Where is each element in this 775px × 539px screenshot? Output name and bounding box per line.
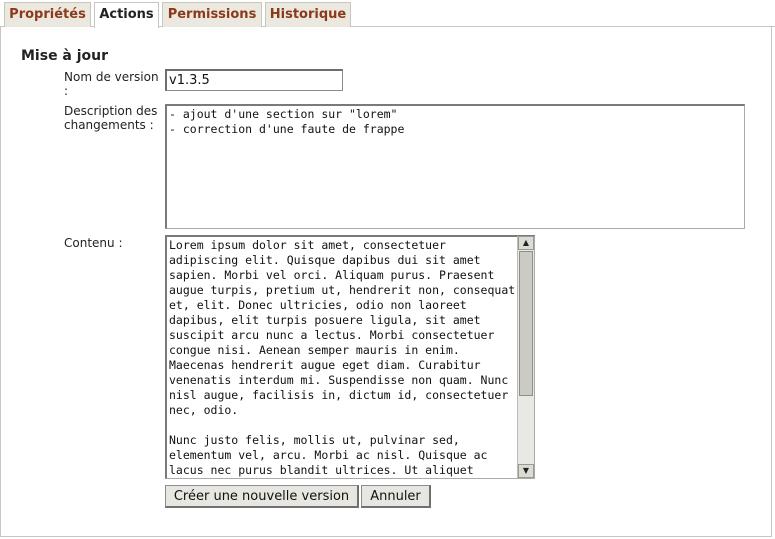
version-label: Nom de version : <box>64 70 159 98</box>
scrollbar-thumb[interactable] <box>519 251 533 396</box>
section-title: Mise à jour <box>21 48 109 64</box>
tab-bar: Propriétés Actions Permissions Historiqu… <box>0 0 775 28</box>
cancel-button[interactable]: Annuler <box>361 485 431 508</box>
content-textarea[interactable]: Lorem ipsum dolor sit amet, consectetuer… <box>165 235 535 479</box>
tab-actions[interactable]: Actions <box>94 2 159 28</box>
version-name-input[interactable] <box>165 69 343 91</box>
arrow-up-icon[interactable]: ▲ <box>518 236 534 250</box>
create-version-button[interactable]: Créer une nouvelle version <box>165 485 359 508</box>
description-textarea[interactable]: - ajout d'une section sur "lorem" - corr… <box>165 104 745 229</box>
tab-historique[interactable]: Historique <box>265 2 351 27</box>
tab-proprietes[interactable]: Propriétés <box>4 2 91 27</box>
content-scrollbar[interactable]: ▲ ▼ <box>517 236 534 478</box>
content-label: Contenu : <box>64 236 123 250</box>
arrow-down-icon[interactable]: ▼ <box>518 464 534 478</box>
tab-permissions[interactable]: Permissions <box>162 2 262 27</box>
description-label: Description des changements : <box>64 104 158 132</box>
